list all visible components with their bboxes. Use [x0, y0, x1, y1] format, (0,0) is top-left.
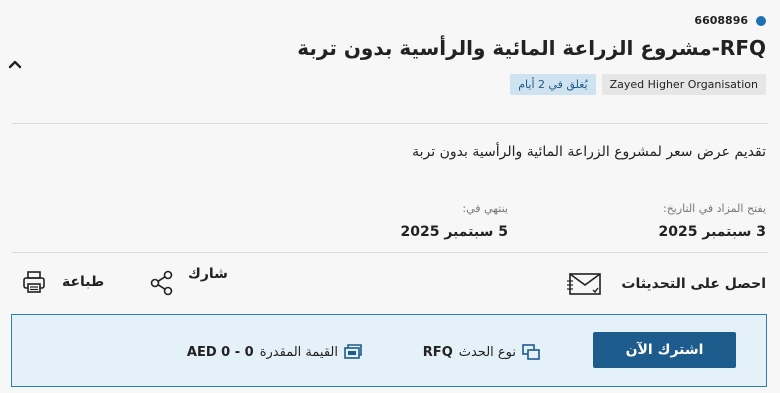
share-icon	[150, 270, 174, 296]
get-updates-button[interactable]: احصل على التحديثات	[567, 270, 766, 298]
opens-date: 3 سبتمبر 2025	[658, 224, 766, 240]
estimated-value-label: القيمة المقدرة	[259, 344, 338, 360]
event-type: نوع الحدث RFQ	[423, 344, 540, 360]
opens-label: يفتح المزاد في التاريخ:	[662, 202, 766, 215]
print-label: طباعة	[62, 274, 105, 290]
envelope-icon	[567, 270, 603, 298]
divider	[12, 252, 768, 253]
money-icon	[344, 344, 362, 360]
tag-row: Zayed Higher Organisation يُغلق في 2 أيا…	[510, 74, 766, 95]
organisation-tag: Zayed Higher Organisation	[601, 74, 766, 95]
status-dot	[756, 15, 766, 26]
estimated-value-amount: AED 0 - 0	[186, 344, 254, 360]
estimated-value: القيمة المقدرة AED 0 - 0	[187, 344, 362, 360]
print-button[interactable]: طباعة	[22, 270, 104, 294]
reference-row: 6608896	[694, 14, 766, 27]
divider	[12, 123, 768, 124]
event-type-value: RFQ	[422, 344, 453, 360]
share-label: شارك	[188, 266, 228, 282]
subscription-panel: اشترك الآن نوع الحدث RFQ القيمة المقدرة …	[11, 314, 767, 387]
description: تقديم عرض سعر لمشروع الزراعة المائية وال…	[412, 144, 766, 160]
chevron-up-icon[interactable]	[6, 56, 24, 74]
event-type-label: نوع الحدث	[458, 344, 516, 360]
ends-label: ينتهي في:	[462, 202, 508, 215]
get-updates-label: احصل على التحديثات	[621, 276, 766, 292]
ends-date: 5 سبتمبر 2025	[400, 224, 508, 240]
printer-icon	[22, 270, 46, 294]
share-button[interactable]: شارك	[150, 266, 228, 296]
subscribe-now-button[interactable]: اشترك الآن	[593, 332, 736, 368]
page-title: RFQ-مشروع الزراعة المائية والرأسية بدون …	[297, 36, 766, 60]
reference-number: 6608896	[694, 14, 748, 27]
closing-badge: يُغلق في 2 أيام	[510, 74, 596, 95]
copy-icon	[522, 344, 540, 360]
